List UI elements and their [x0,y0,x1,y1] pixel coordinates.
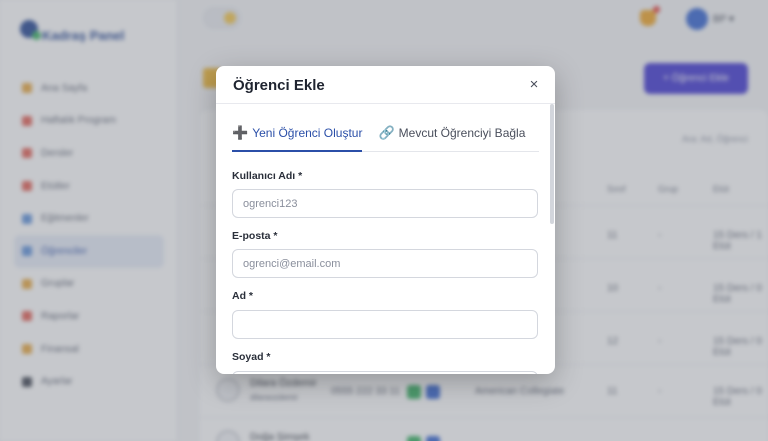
tab-link-existing-student[interactable]: 🔗 Mevcut Öğrenciyi Bağla [378,126,525,152]
link-icon: 🔗 [378,125,395,140]
modal-title: Öğrenci Ekle [233,77,325,94]
tab-label: Mevcut Öğrenciyi Bağla [398,126,526,140]
modal-scrollbar[interactable] [550,104,554,224]
tab-create-new-student[interactable]: ➕ Yeni Öğrenci Oluştur [232,125,363,152]
add-student-modal: Öğrenci Ekle × ➕ Yeni Öğrenci Oluştur 🔗 … [216,66,555,374]
close-icon[interactable]: × [525,75,543,93]
username-label: Kullanıcı Adı * [232,170,303,182]
modal-body: ➕ Yeni Öğrenci Oluştur 🔗 Mevcut Öğrenciy… [216,104,547,374]
last-name-label: Soyad * [232,351,271,363]
first-name-label: Ad * [232,290,253,302]
email-input[interactable] [232,249,538,278]
last-name-input[interactable] [232,371,538,374]
modal-header: Öğrenci Ekle × [216,66,555,104]
student-tabs: ➕ Yeni Öğrenci Oluştur 🔗 Mevcut Öğrenciy… [232,126,539,152]
email-label: E-posta * [232,230,278,242]
username-input[interactable] [232,189,538,218]
plus-icon: ➕ [232,125,249,140]
first-name-input[interactable] [232,310,538,339]
tab-label: Yeni Öğrenci Oluştur [252,126,363,140]
